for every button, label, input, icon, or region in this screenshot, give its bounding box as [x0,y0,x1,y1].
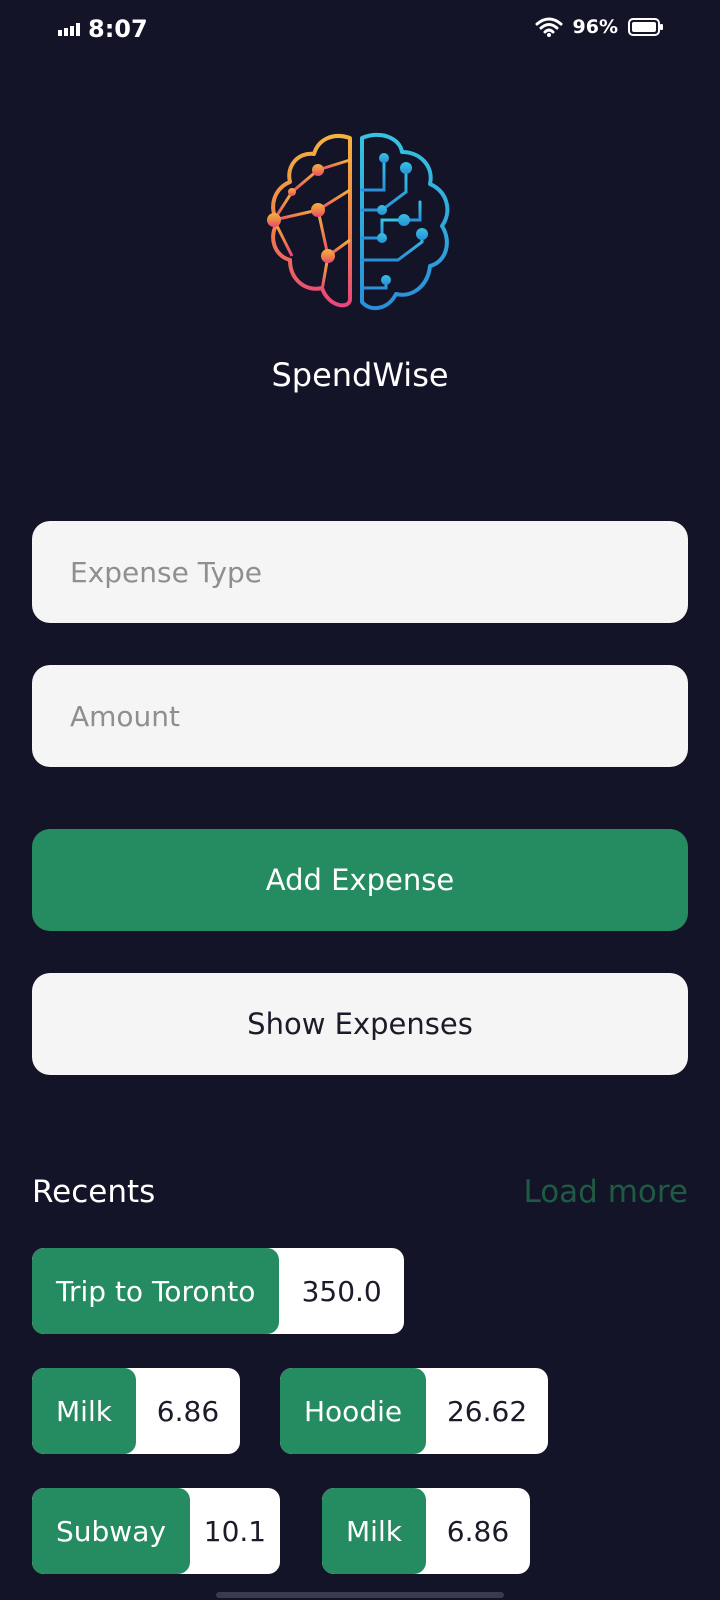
wifi-icon [535,17,563,37]
battery-percentage: 96% [572,16,618,38]
recent-expense-amount: 6.86 [446,1514,510,1548]
recents-heading: Recents [32,1174,156,1210]
signal-icon [58,23,80,36]
recent-expense-chip[interactable]: Hoodie 26.62 [280,1368,548,1454]
recent-expense-amount: 10.1 [203,1514,267,1548]
brain-circuit-logo-icon [267,132,450,311]
recent-expense-type: Subway [32,1488,190,1574]
battery-icon [628,18,663,36]
status-left: 8:07 [58,14,148,44]
add-expense-button[interactable]: Add Expense [32,829,688,931]
recent-expense-type: Milk [322,1488,426,1574]
recent-expense-amount: 26.62 [446,1394,528,1428]
status-bar: 8:07 96% [0,0,720,58]
recent-expense-type: Trip to Toronto [32,1248,280,1334]
recent-expense-chip[interactable]: Milk 6.86 [322,1488,530,1574]
status-time: 8:07 [88,15,148,43]
status-right: 96% [535,16,664,38]
recent-expense-chip[interactable]: Trip to Toronto 350.0 [32,1248,404,1334]
recent-expense-chip[interactable]: Subway 10.1 [32,1488,280,1574]
amount-input[interactable] [32,665,688,767]
home-indicator[interactable] [216,1592,504,1598]
app-title: SpendWise [271,356,449,394]
recent-expense-type: Milk [32,1368,136,1454]
show-expenses-button[interactable]: Show Expenses [32,973,688,1075]
recent-expense-amount: 6.86 [156,1394,220,1428]
recent-expense-amount: 350.0 [301,1274,382,1308]
recent-expense-chip[interactable]: Milk 6.86 [32,1368,240,1454]
recent-expense-type: Hoodie [280,1368,427,1454]
load-more-link[interactable]: Load more [523,1172,688,1212]
expense-type-input[interactable] [32,521,688,623]
